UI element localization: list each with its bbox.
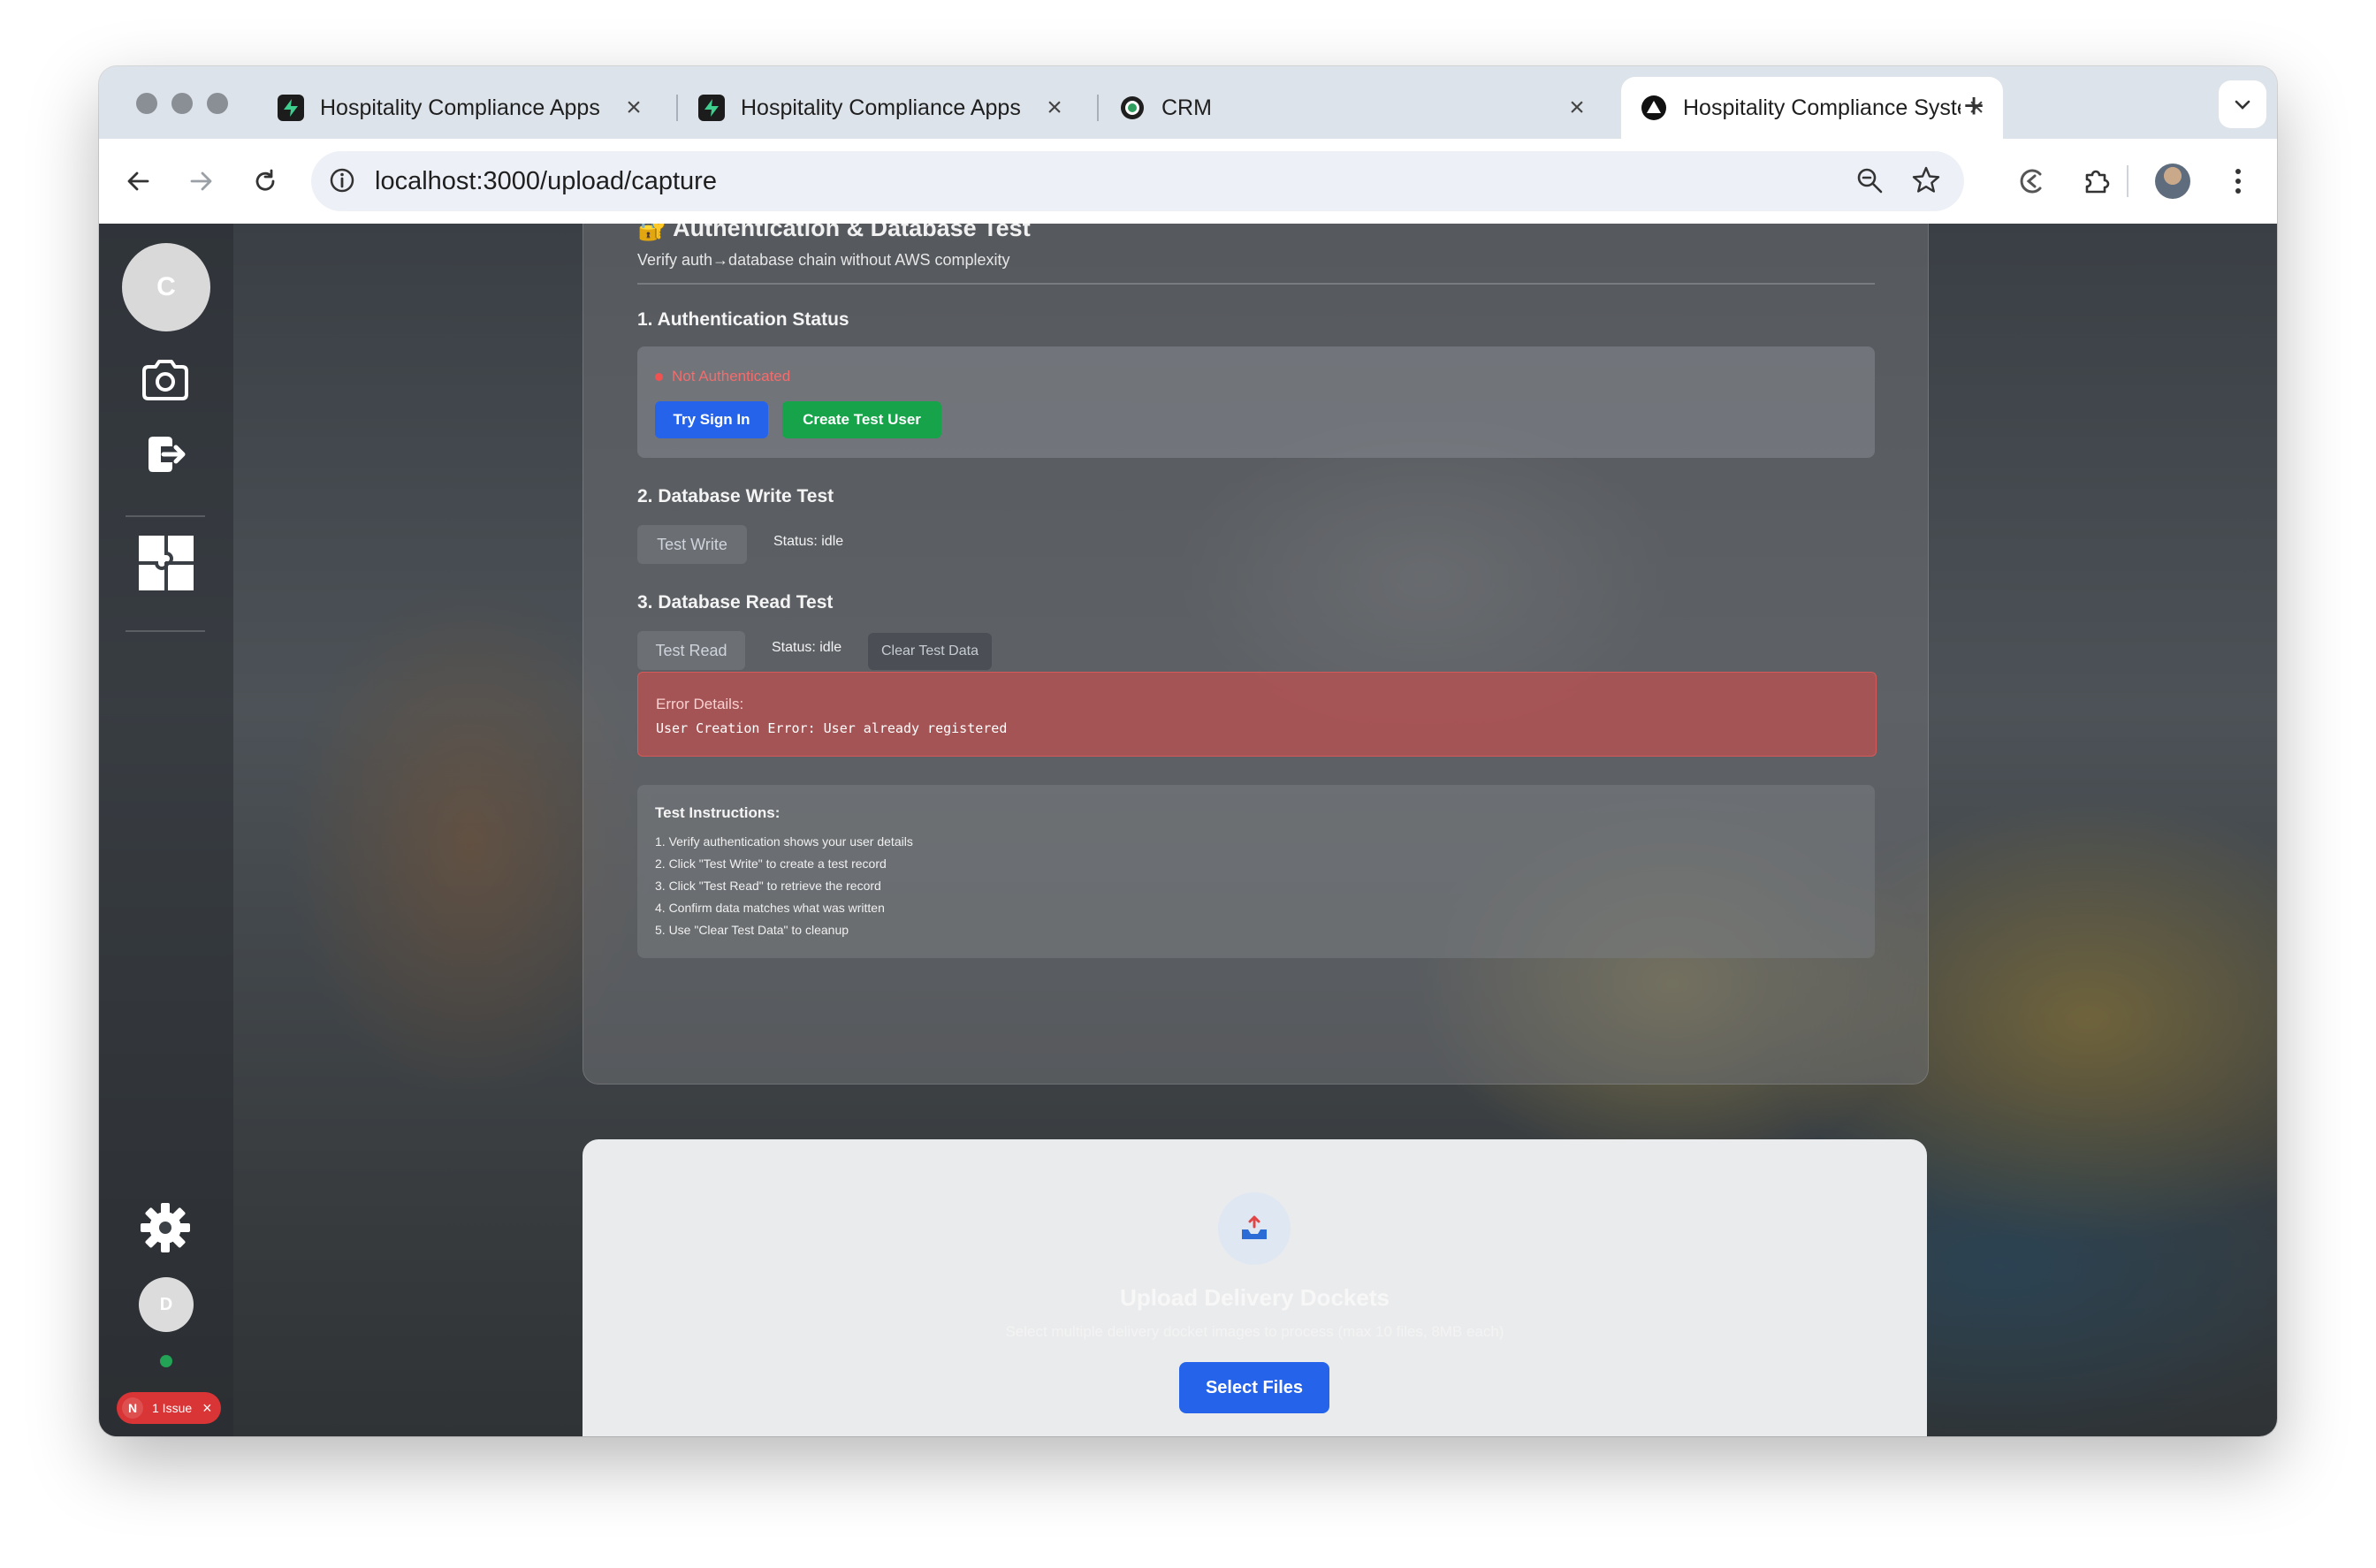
company-avatar[interactable]: C — [122, 243, 210, 331]
browser-menu-button[interactable] — [2219, 162, 2258, 201]
card-subtitle: Verify auth→database chain without AWS c… — [637, 251, 1010, 269]
camera-nav-button[interactable] — [134, 349, 196, 411]
test-read-button[interactable]: Test Read — [637, 631, 745, 670]
minimize-window-button[interactable] — [171, 93, 193, 114]
supabase-icon — [278, 95, 304, 121]
close-tab-icon[interactable]: × — [1561, 92, 1593, 124]
tab-strip: Hospitality Compliance Apps × Hospitalit… — [99, 66, 2277, 139]
browser-window: Hospitality Compliance Apps × Hospitalit… — [99, 66, 2277, 1436]
extension-c-icon — [2020, 169, 2042, 194]
inbox-tray-icon — [1242, 1215, 1267, 1239]
tab-title: CRM — [1161, 95, 1212, 120]
upload-subtitle: Select multiple delivery docket images t… — [1005, 1323, 1504, 1340]
address-bar[interactable]: localhost:3000/upload/capture — [311, 151, 1964, 211]
tab-hospitality-apps-1[interactable]: Hospitality Compliance Apps × — [258, 77, 660, 139]
close-tab-icon[interactable]: × — [618, 92, 650, 124]
extension-button[interactable] — [2012, 162, 2051, 201]
section-read-heading: 3. Database Read Test — [637, 592, 834, 613]
instruction-item: 3. Click "Test Read" to retrieve the rec… — [655, 879, 881, 893]
test-instructions-box: Test Instructions: 1. Verify authenticat… — [637, 785, 1875, 958]
gear-icon — [141, 1203, 190, 1252]
camera-icon — [142, 360, 188, 400]
url-text: localhost:3000/upload/capture — [375, 167, 717, 195]
page-content: C D N 1 Issue × 🔐 Authentication & Datab… — [99, 224, 2277, 1436]
sidebar-divider — [126, 515, 205, 517]
reload-icon — [255, 169, 275, 191]
tab-title: Hospitality Compliance Apps — [741, 95, 1021, 120]
tab-hospitality-system[interactable]: Hospitality Compliance Syste × — [1621, 77, 2003, 139]
clear-test-data-button[interactable]: Clear Test Data — [868, 633, 992, 670]
write-status: Status: idle — [773, 534, 844, 549]
nextjs-issue-badge[interactable]: N 1 Issue × — [117, 1392, 221, 1424]
tab-hospitality-apps-2[interactable]: Hospitality Compliance Apps × — [679, 77, 1081, 139]
puzzle-icon — [2085, 170, 2110, 194]
close-window-button[interactable] — [136, 93, 157, 114]
sidebar-divider — [126, 630, 205, 632]
instructions-label: Test Instructions: — [655, 804, 781, 821]
chevron-down-icon — [2235, 100, 2250, 110]
forward-button[interactable] — [182, 162, 221, 201]
maximize-window-button[interactable] — [207, 93, 228, 114]
sign-out-icon — [148, 437, 186, 472]
auth-db-test-card: 🔐 Authentication & Database Test Verify … — [583, 224, 1929, 1085]
tab-search-button[interactable] — [2219, 80, 2266, 128]
crm-icon — [1119, 95, 1146, 121]
reload-button[interactable] — [246, 162, 285, 201]
card-divider — [637, 283, 1875, 285]
tab-crm[interactable]: CRM × — [1100, 77, 1603, 139]
zoom-icon[interactable] — [1854, 165, 1885, 195]
status-dot — [655, 372, 663, 381]
error-details-box: Error Details: User Creation Error: User… — [637, 672, 1877, 757]
arrow-right-icon — [190, 171, 212, 191]
extensions-button[interactable] — [2077, 162, 2116, 201]
auth-status-text: Not Authenticated — [672, 368, 791, 384]
section-auth-heading: 1. Authentication Status — [637, 309, 849, 330]
read-status: Status: idle — [772, 640, 842, 655]
section-write-heading: 2. Database Write Test — [637, 486, 834, 506]
instruction-item: 4. Confirm data matches what was written — [655, 901, 885, 915]
close-icon[interactable]: × — [202, 1399, 212, 1418]
nextjs-logo-icon: N — [122, 1397, 143, 1419]
close-tab-icon[interactable]: × — [1039, 92, 1070, 124]
test-write-button[interactable]: Test Write — [637, 525, 747, 564]
error-label: Error Details: — [656, 696, 744, 712]
issue-count-label: 1 Issue — [152, 1401, 193, 1415]
app-sidebar: C D N 1 Issue × — [99, 224, 233, 1436]
arrow-left-icon — [127, 171, 149, 191]
site-info-icon[interactable] — [329, 167, 355, 194]
upload-dockets-card: Upload Delivery Dockets Select multiple … — [583, 1139, 1927, 1436]
new-tab-button[interactable]: + — [1953, 86, 1994, 126]
more-vertical-icon — [2235, 169, 2241, 194]
sign-out-nav-button[interactable] — [134, 423, 196, 485]
auth-status-panel: Not Authenticated Try Sign In Create Tes… — [637, 346, 1875, 458]
tab-divider — [676, 95, 678, 121]
back-button[interactable] — [118, 162, 157, 201]
card-title: 🔐 Authentication & Database Test — [637, 224, 1031, 241]
instruction-item: 2. Click "Test Write" to create a test r… — [655, 856, 887, 871]
instruction-item: 1. Verify authentication shows your user… — [655, 834, 913, 849]
select-files-button[interactable]: Select Files — [1179, 1362, 1329, 1413]
tab-divider — [1097, 95, 1099, 121]
tab-title: Hospitality Compliance Apps — [320, 95, 600, 120]
settings-nav-button[interactable] — [134, 1197, 196, 1259]
instruction-item: 5. Use "Clear Test Data" to cleanup — [655, 923, 849, 937]
supabase-icon — [698, 95, 725, 121]
user-avatar[interactable]: D — [139, 1277, 194, 1332]
error-message: User Creation Error: User already regist… — [656, 720, 1008, 736]
profile-avatar[interactable] — [2155, 164, 2190, 199]
online-status-dot — [160, 1355, 172, 1367]
create-test-user-button[interactable]: Create Test User — [782, 401, 941, 438]
vercel-icon — [1641, 95, 1667, 121]
integrations-nav-button[interactable] — [131, 528, 202, 598]
upload-icon-circle — [1218, 1192, 1291, 1265]
bookmark-star-icon[interactable] — [1911, 165, 1941, 195]
toolbar-divider — [2127, 165, 2128, 197]
upload-title: Upload Delivery Dockets — [1120, 1284, 1390, 1311]
tab-title: Hospitality Compliance Syste — [1683, 95, 1961, 120]
browser-toolbar: localhost:3000/upload/capture — [99, 139, 2277, 225]
try-sign-in-button[interactable]: Try Sign In — [655, 401, 768, 438]
puzzle-icon — [139, 536, 194, 590]
auth-status: Not Authenticated — [655, 368, 790, 385]
